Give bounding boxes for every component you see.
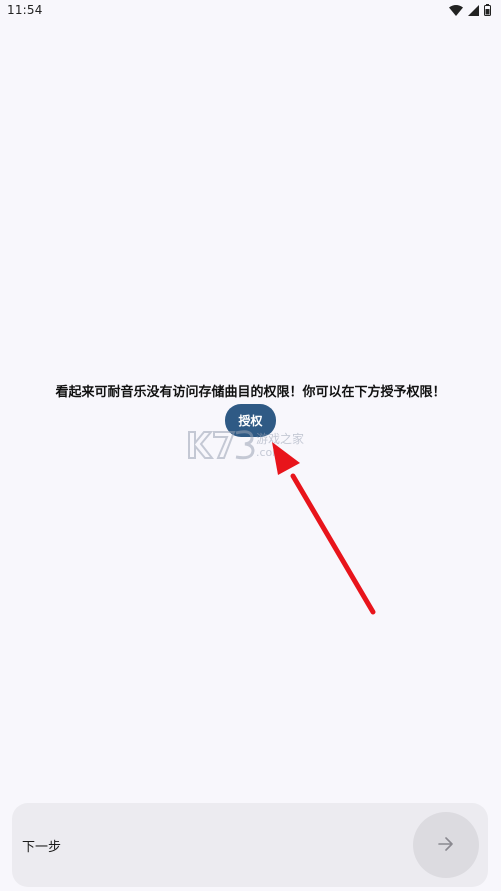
- cellular-signal-icon: [468, 4, 479, 16]
- status-bar: 11:54: [0, 0, 501, 22]
- next-step-button[interactable]: [413, 812, 479, 878]
- next-step-bar: 下一步: [12, 803, 488, 887]
- watermark-domain: .com: [256, 446, 283, 459]
- watermark-logo: 游戏之家 .com: [186, 426, 316, 464]
- arrow-right-icon: [438, 836, 454, 854]
- watermark-text: 游戏之家: [256, 431, 304, 446]
- wifi-icon: [449, 4, 463, 16]
- status-time: 11:54: [7, 3, 43, 17]
- next-step-label: 下一步: [22, 840, 62, 855]
- battery-icon: [484, 4, 491, 16]
- permission-message: 看起来可耐音乐没有访问存储曲目的权限！你可以在下方授予权限！: [55, 385, 446, 400]
- status-icons: [449, 3, 491, 17]
